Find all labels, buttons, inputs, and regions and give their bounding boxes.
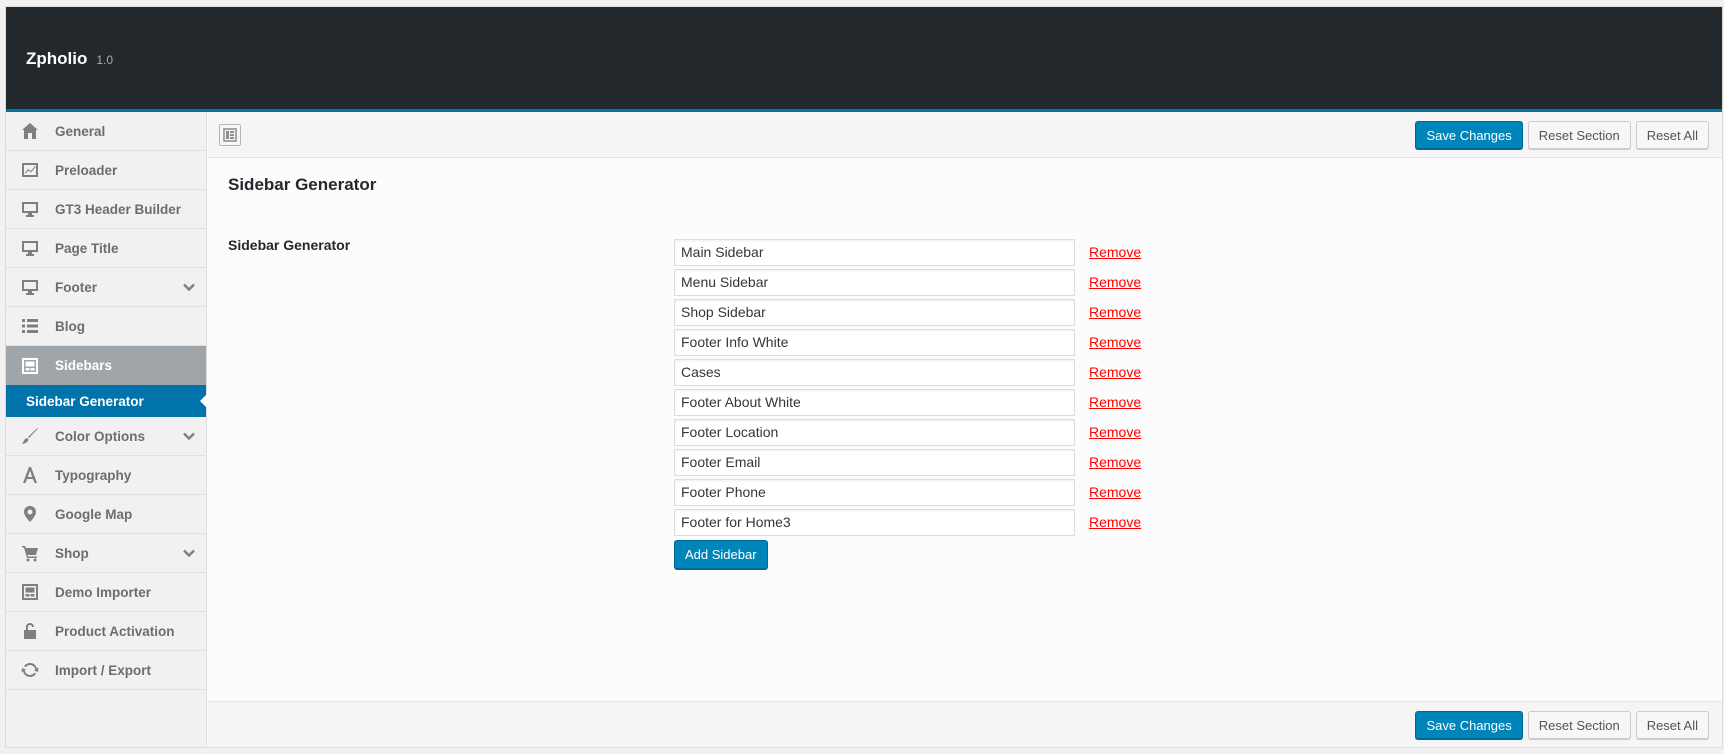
brush-icon [20, 426, 40, 446]
reset-all-button-bottom[interactable]: Reset All [1635, 711, 1709, 739]
sidebar-subitem-sidebar-generator[interactable]: Sidebar Generator [6, 385, 207, 417]
sidebar-item-label: GT3 Header Builder [55, 201, 182, 217]
sidebar-item-shop[interactable]: Shop [6, 534, 206, 573]
app-name: Zpholio [26, 49, 88, 68]
remove-sidebar-link[interactable]: Remove [1089, 484, 1141, 500]
font-icon [20, 465, 40, 485]
sidebar-row: Remove [674, 417, 1141, 447]
remove-sidebar-link[interactable]: Remove [1089, 244, 1141, 260]
reset-all-button[interactable]: Reset All [1635, 121, 1709, 149]
sidebar-item-google-map[interactable]: Google Map [6, 495, 206, 534]
sidebar-item-label: Demo Importer [55, 584, 152, 600]
panel-header: Zpholio 1.0 [6, 7, 1722, 112]
app-version: 1.0 [96, 53, 114, 67]
sidebar-item-label: General [55, 123, 106, 139]
sidebar-item-footer[interactable]: Footer [6, 268, 206, 307]
sidebar-item-label: Footer [55, 279, 97, 295]
sidebar-item-page-title[interactable]: Page Title [6, 229, 206, 268]
remove-sidebar-link[interactable]: Remove [1089, 394, 1141, 410]
sidebar-row: Remove [674, 357, 1141, 387]
sidebar-name-input[interactable] [674, 328, 1075, 356]
sidebar-name-input[interactable] [674, 478, 1075, 506]
sidebar-item-sidebars[interactable]: Sidebars [6, 346, 206, 385]
chevron-down-icon[interactable] [182, 546, 196, 560]
sidebar-name-input[interactable] [674, 508, 1075, 536]
expand-icon [223, 128, 237, 142]
bottom-toolbar: Save Changes Reset Section Reset All [208, 701, 1722, 747]
sidebar-item-label: Typography [55, 467, 132, 483]
reset-section-button-bottom[interactable]: Reset Section [1527, 711, 1631, 739]
remove-sidebar-link[interactable]: Remove [1089, 514, 1141, 530]
sidebar-row: Remove [674, 297, 1141, 327]
desktop-icon [20, 277, 40, 297]
expand-options-button[interactable] [219, 124, 241, 146]
brand: Zpholio 1.0 [26, 49, 113, 69]
location-icon [20, 504, 40, 524]
remove-sidebar-link[interactable]: Remove [1089, 334, 1141, 350]
sidebar-row: Remove [674, 237, 1141, 267]
list-icon [20, 316, 40, 336]
sidebar-name-input[interactable] [674, 268, 1075, 296]
sidebar-item-import-export[interactable]: Import / Export [6, 651, 206, 690]
chevron-down-icon[interactable] [182, 280, 196, 294]
sidebar-nav: General Preloader GT3 Header Builder Page T… [6, 112, 207, 747]
remove-sidebar-link[interactable]: Remove [1089, 424, 1141, 440]
sidebar-name-input[interactable] [674, 448, 1075, 476]
unlock-icon [20, 621, 40, 641]
sidebar-item-label: Product Activation [55, 623, 175, 639]
sidebar-item-label: Import / Export [55, 662, 152, 678]
sidebar-name-input[interactable] [674, 388, 1075, 416]
cart-icon [20, 543, 40, 563]
sidebar-name-input[interactable] [674, 358, 1075, 386]
field-label: Sidebar Generator [228, 237, 351, 253]
sidebar-item-label: Preloader [55, 162, 118, 178]
remove-sidebar-link[interactable]: Remove [1089, 454, 1141, 470]
sidebar-item-blog[interactable]: Blog [6, 307, 206, 346]
sidebar-item-label: Blog [55, 318, 85, 334]
refresh-icon [20, 660, 40, 680]
home-icon [20, 121, 40, 141]
sidebar-name-input[interactable] [674, 298, 1075, 326]
sidebar-row: Remove [674, 387, 1141, 417]
sidebar-item-product-activation[interactable]: Product Activation [6, 612, 206, 651]
sidebar-item-label: Google Map [55, 506, 133, 522]
sidebar-item-label: Page Title [55, 240, 119, 256]
sidebar-row: Remove [674, 477, 1141, 507]
save-changes-button-bottom[interactable]: Save Changes [1415, 711, 1523, 739]
remove-sidebar-link[interactable]: Remove [1089, 304, 1141, 320]
sidebar-generator-list: Remove Remove Remove Remove Remove Remove Remo… [674, 237, 1141, 569]
sidebar-item-label: Sidebars [55, 358, 113, 373]
sidebar-row: Remove [674, 267, 1141, 297]
save-changes-button[interactable]: Save Changes [1415, 121, 1523, 149]
sidebar-row: Remove [674, 447, 1141, 477]
options-panel: Zpholio 1.0 General Preloader GT3 Header B… [5, 6, 1723, 748]
reset-section-button[interactable]: Reset Section [1527, 121, 1631, 149]
sidebar-item-typography[interactable]: Typography [6, 456, 206, 495]
remove-sidebar-link[interactable]: Remove [1089, 274, 1141, 290]
sidebar-row: Remove [674, 507, 1141, 537]
layout-icon [20, 582, 40, 602]
sidebar-row: Remove [674, 327, 1141, 357]
layout-icon [20, 356, 40, 376]
top-toolbar: Save Changes Reset Section Reset All [208, 112, 1722, 158]
sidebar-item-gt3-header-builder[interactable]: GT3 Header Builder [6, 190, 206, 229]
sidebar-item-demo-importer[interactable]: Demo Importer [6, 573, 206, 612]
add-sidebar-button[interactable]: Add Sidebar [674, 540, 768, 569]
sidebar-item-color-options[interactable]: Color Options [6, 417, 206, 456]
sidebar-item-label: Color Options [55, 428, 145, 444]
remove-sidebar-link[interactable]: Remove [1089, 364, 1141, 380]
main-content: Save Changes Reset Section Reset All Sid… [208, 112, 1722, 747]
chevron-down-icon[interactable] [182, 429, 196, 443]
sidebar-name-input[interactable] [674, 238, 1075, 266]
desktop-icon [20, 238, 40, 258]
chart-icon [20, 160, 40, 180]
sidebar-item-label: Shop [55, 545, 89, 561]
desktop-icon [20, 199, 40, 219]
section-title: Sidebar Generator [228, 175, 377, 194]
sidebar-item-general[interactable]: General [6, 112, 206, 151]
sidebar-name-input[interactable] [674, 418, 1075, 446]
sidebar-item-preloader[interactable]: Preloader [6, 151, 206, 190]
